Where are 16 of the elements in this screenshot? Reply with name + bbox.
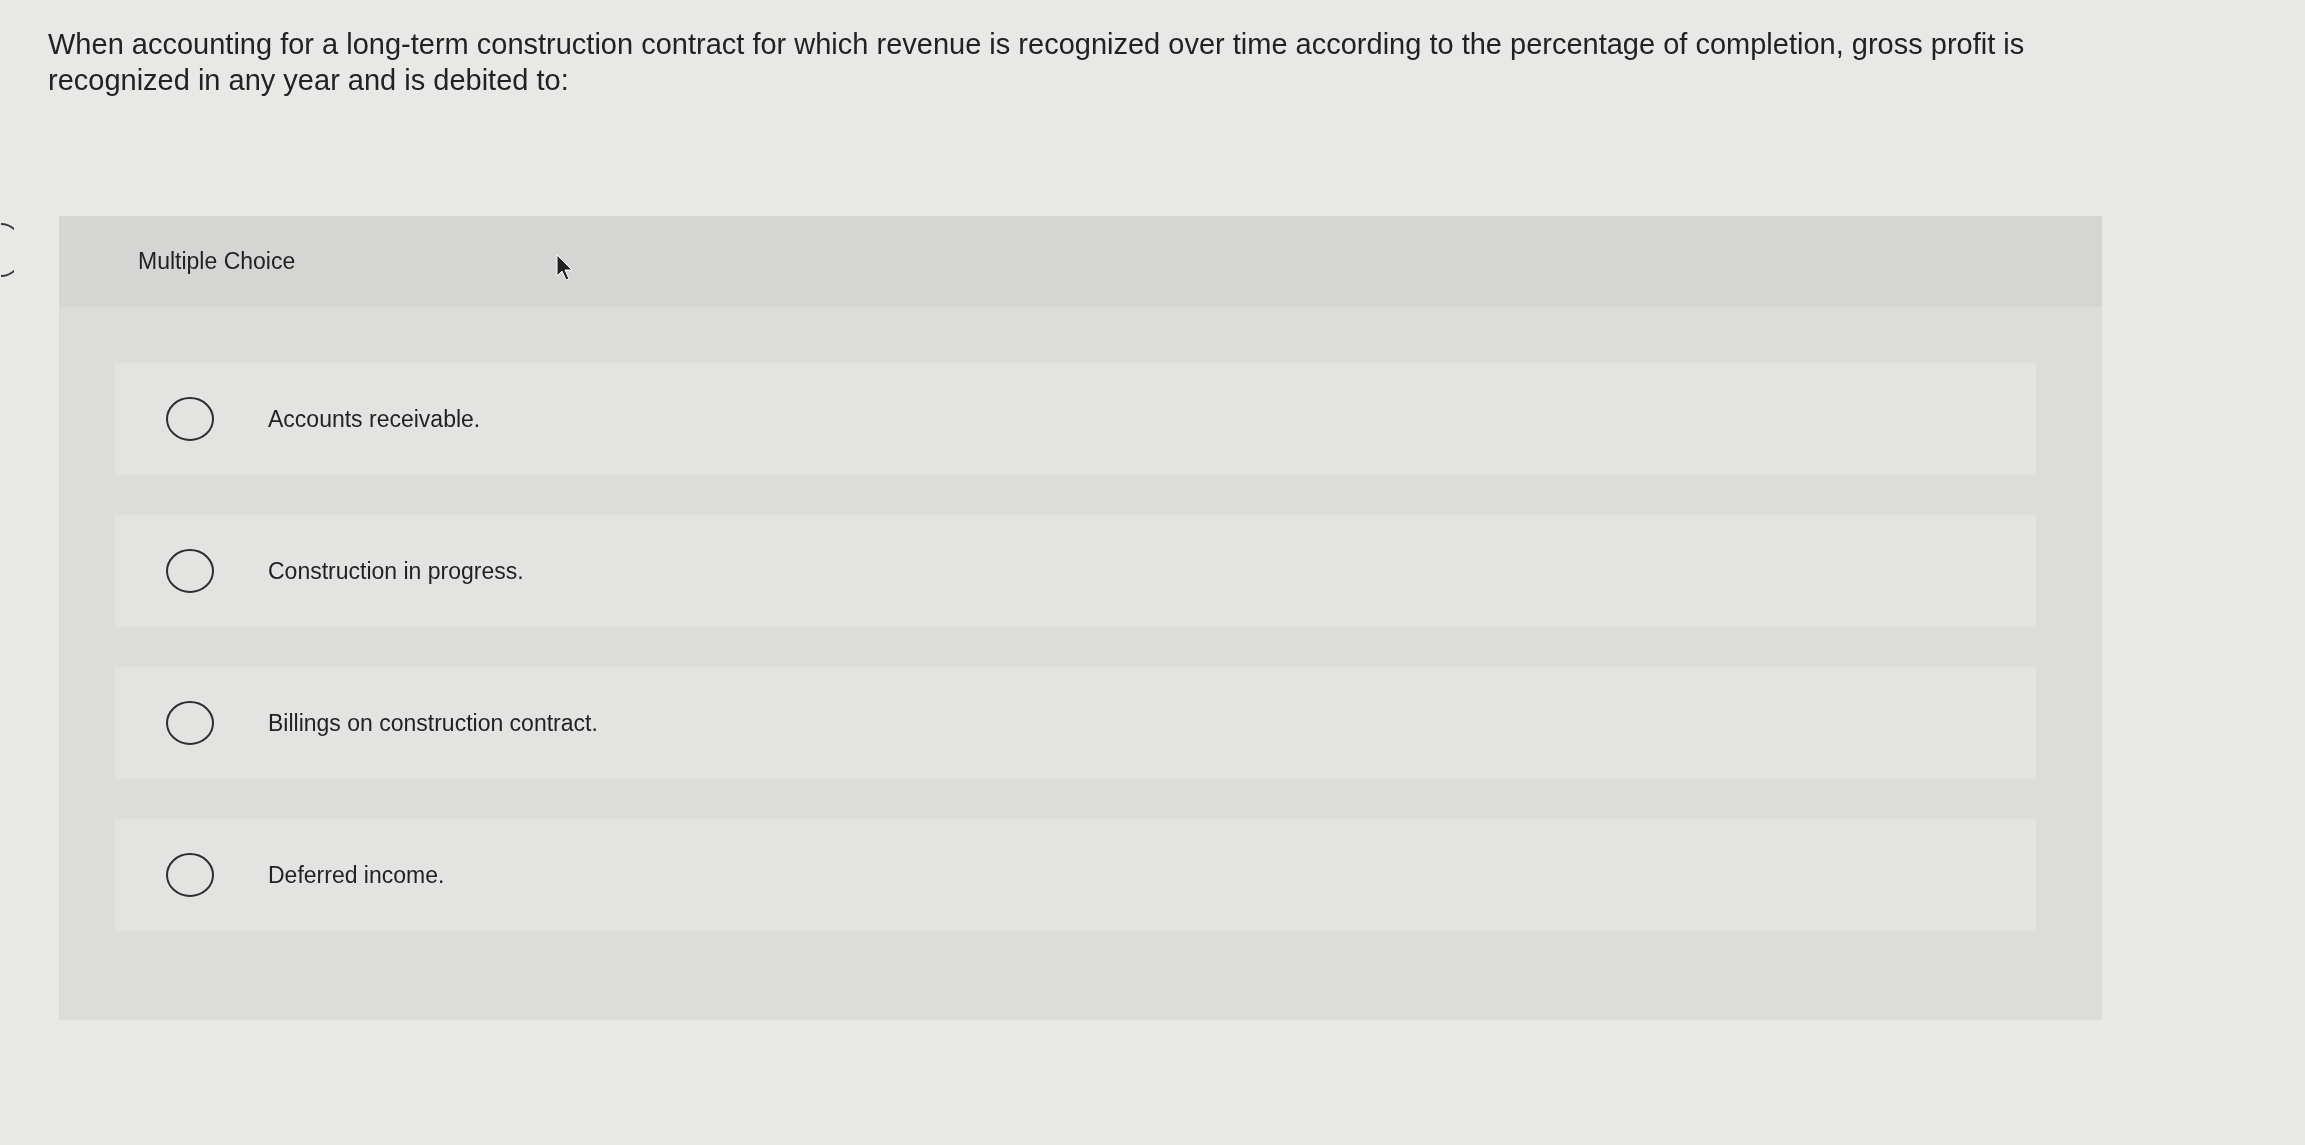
answer-option[interactable]: Accounts receivable.: [115, 363, 2036, 475]
radio-button[interactable]: [165, 548, 215, 594]
answer-option[interactable]: Construction in progress.: [115, 515, 2036, 627]
answer-option[interactable]: Billings on construction contract.: [115, 667, 2036, 779]
option-label: Accounts receivable.: [268, 404, 481, 434]
mouse-pointer-icon: [556, 254, 574, 282]
option-label: Billings on construction contract.: [268, 708, 598, 738]
panel-heading: Multiple Choice: [138, 247, 296, 277]
radio-button[interactable]: [165, 852, 215, 898]
answer-option[interactable]: Deferred income.: [115, 819, 2036, 931]
question-text: When accounting for a long-term construction contract for which revenue is recognized over time according to the percentage of completion, gross profit is recognized in any year and is debited to:: [48, 27, 2026, 98]
radio-button[interactable]: [165, 700, 215, 746]
radio-button[interactable]: [165, 396, 215, 442]
option-label: Construction in progress.: [268, 556, 524, 586]
option-label: Deferred income.: [268, 860, 445, 890]
circle-edge-icon: [0, 222, 14, 278]
